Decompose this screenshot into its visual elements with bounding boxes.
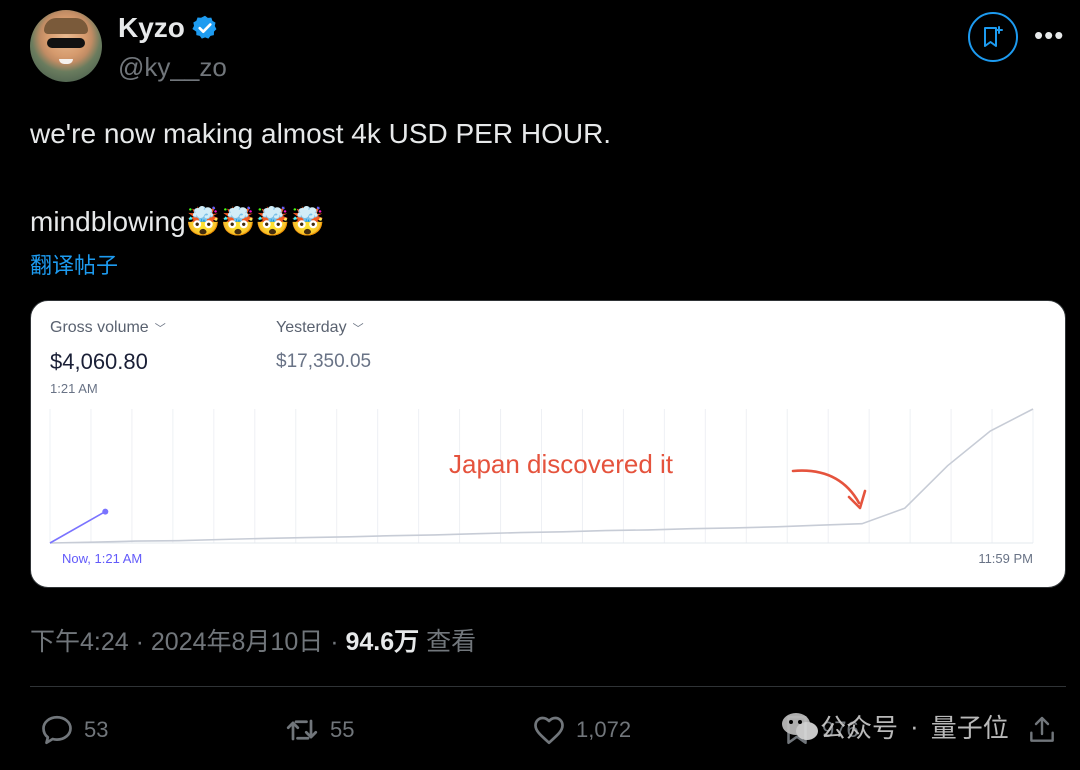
media-card[interactable]: Gross volume ﹀ $4,060.80 1:21 AM Yesterda… (30, 300, 1066, 588)
today-series-line (49, 510, 106, 544)
avatar-mouth (59, 59, 73, 64)
reply-button[interactable]: 53 (38, 712, 108, 748)
post-date[interactable]: 2024年8月10日 (151, 628, 323, 656)
post-meta: 下午4:24 · 2024年8月10日 · 94.6万 查看 (30, 622, 476, 658)
views-label: 查看 (426, 628, 477, 656)
share-icon (1030, 716, 1054, 742)
volume-chart: Japan discovered it Now, 1:21 AM 11:59 P… (49, 408, 1034, 566)
view-count: 94.6万 (345, 628, 420, 656)
meta-separator: · (135, 628, 144, 656)
like-count: 1,072 (576, 717, 632, 742)
wechat-icon (782, 712, 818, 740)
bookmark-sparkle-icon (984, 26, 1003, 47)
watermark-left: 公众号 (820, 713, 899, 743)
heart-icon (534, 716, 564, 745)
x-end-label: 11:59 PM (978, 551, 1033, 566)
divider (30, 686, 1066, 687)
x-start-label: Now, 1:21 AM (62, 551, 142, 566)
verified-badge-icon (192, 15, 217, 39)
reply-icon (42, 715, 72, 745)
post-time[interactable]: 下午4:24 (30, 628, 129, 656)
avatar-sunglasses (47, 38, 85, 48)
author-handle[interactable]: @ky__zo (118, 52, 227, 83)
meta-separator: · (330, 628, 339, 656)
watermark: 公众号 · 量子位 (780, 708, 1009, 745)
today-current-point (102, 508, 109, 515)
translate-post-link[interactable]: 翻译帖子 (30, 248, 118, 280)
reply-count: 53 (84, 717, 109, 742)
retweet-button[interactable]: 55 (282, 712, 354, 748)
share-button[interactable] (1026, 712, 1066, 748)
tweet-text: we're now making almost 4k USD PER HOUR.… (30, 118, 612, 237)
retweet-icon (286, 719, 318, 741)
avatar-hair (44, 18, 88, 34)
grok-explain-button[interactable] (968, 12, 1018, 62)
author-name-row[interactable]: Kyzo (118, 12, 219, 44)
annotation-label: Japan discovered it (449, 449, 674, 479)
author-name[interactable]: Kyzo (118, 12, 185, 44)
retweet-count: 55 (330, 717, 355, 742)
watermark-right: 量子位 (930, 713, 1009, 743)
more-options-icon[interactable]: ••• (1034, 20, 1064, 51)
like-button[interactable]: 1,072 (530, 712, 631, 748)
watermark-separator: · (910, 711, 919, 741)
avatar[interactable] (30, 10, 102, 82)
